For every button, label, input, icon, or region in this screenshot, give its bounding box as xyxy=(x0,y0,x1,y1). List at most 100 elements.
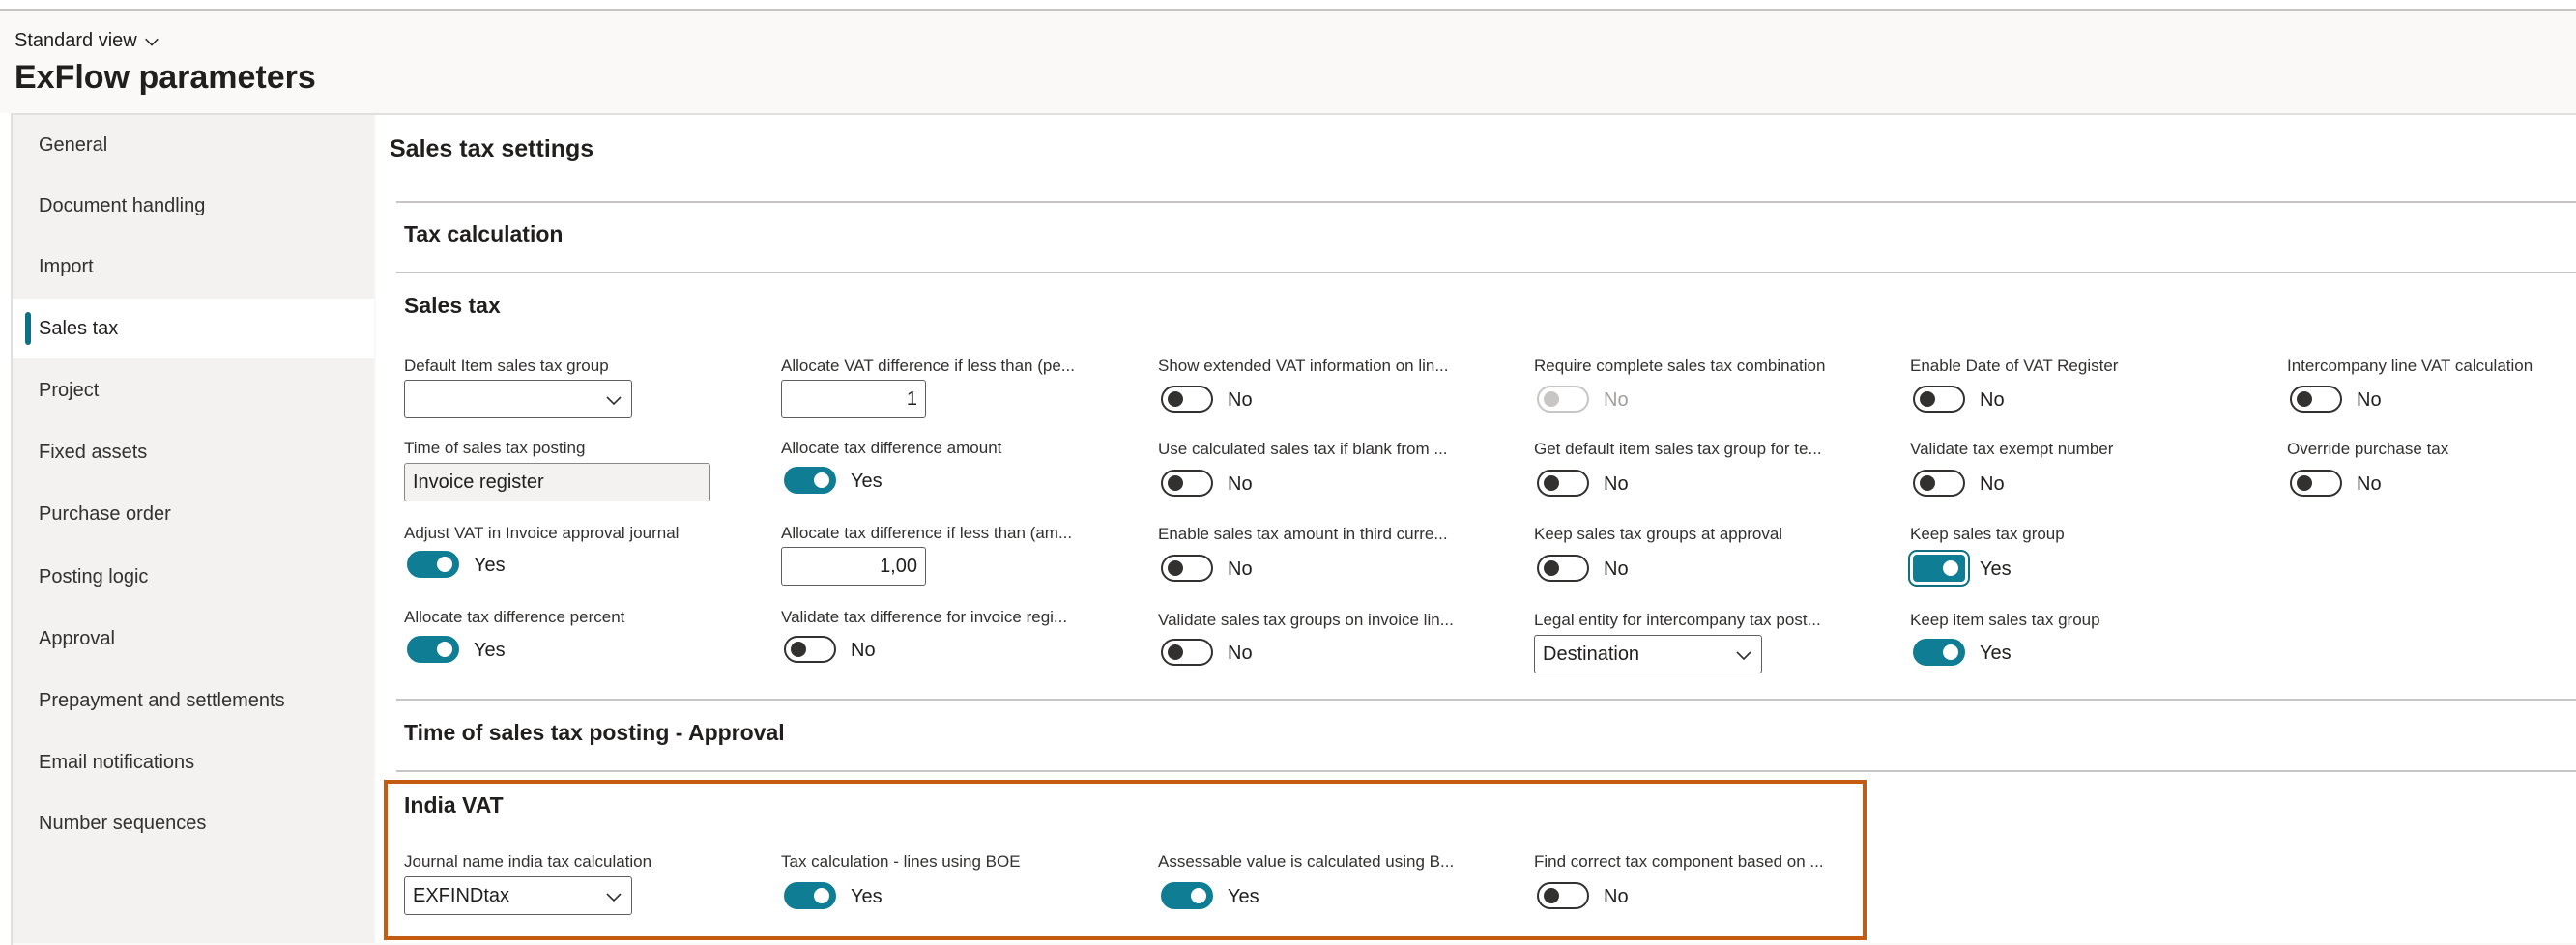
show-extended-vat-toggle[interactable] xyxy=(1161,386,1213,413)
toggle-knob xyxy=(1943,644,1958,660)
field-label: Journal name india tax calculation xyxy=(404,852,652,871)
toggle-knob xyxy=(1920,475,1935,491)
toggle-state: No xyxy=(2357,389,2382,411)
field-label: Assessable value is calculated using B..… xyxy=(1158,852,1455,871)
view-selector[interactable]: Standard view xyxy=(14,30,160,52)
nav-item-posting-logic[interactable]: Posting logic xyxy=(13,547,374,607)
toggle-knob xyxy=(1544,560,1559,576)
toggle-knob xyxy=(1920,391,1935,407)
toggle-state: Yes xyxy=(474,640,506,661)
enable-third-currency-toggle[interactable] xyxy=(1161,555,1213,582)
nav-item-approval[interactable]: Approval xyxy=(13,609,374,669)
field-label: Allocate tax difference percent xyxy=(404,608,625,626)
require-complete-combination-toggle xyxy=(1537,386,1589,413)
group-header-tax-calculation[interactable]: Tax calculation xyxy=(404,221,563,247)
get-default-item-group-toggle[interactable] xyxy=(1537,470,1589,497)
section-title: Sales tax settings xyxy=(390,135,594,162)
field-label: Legal entity for intercompany tax post..… xyxy=(1534,611,1821,629)
validate-sales-tax-groups-toggle[interactable] xyxy=(1161,639,1213,666)
field-label: Validate tax difference for invoice regi… xyxy=(781,608,1068,626)
toggle-knob xyxy=(437,557,452,572)
chevron-down-icon xyxy=(1736,651,1751,661)
allocate-tax-difference-percent-toggle[interactable] xyxy=(407,636,459,663)
field-label: Enable Date of VAT Register xyxy=(1910,357,2119,375)
nav-item-number-sequences[interactable]: Number sequences xyxy=(13,793,374,853)
nav-item-fixed-assets[interactable]: Fixed assets xyxy=(13,422,374,482)
field-label: Intercompany line VAT calculation xyxy=(2287,357,2533,375)
nav-item-prepayment-settlements[interactable]: Prepayment and settlements xyxy=(13,671,374,730)
divider xyxy=(396,201,2576,203)
toggle-knob xyxy=(1168,475,1183,491)
toggle-knob xyxy=(1544,888,1559,903)
toggle-state: No xyxy=(1228,643,1253,664)
divider xyxy=(396,699,2576,701)
page-header: Standard view ExFlow parameters xyxy=(0,11,2576,113)
allocate-tax-difference-amount-input[interactable]: 1,00 xyxy=(781,547,926,586)
chevron-down-icon xyxy=(144,38,159,46)
nav-item-sales-tax[interactable]: Sales tax xyxy=(13,299,374,358)
validate-tax-exempt-toggle[interactable] xyxy=(1913,470,1965,497)
nav-item-purchase-order[interactable]: Purchase order xyxy=(13,484,374,544)
toggle-knob xyxy=(1544,391,1559,407)
group-header-india-vat[interactable]: India VAT xyxy=(404,792,504,818)
validate-tax-difference-toggle[interactable] xyxy=(784,636,836,663)
toggle-knob xyxy=(2297,475,2312,491)
toggle-state: Yes xyxy=(851,886,883,907)
nav-item-general[interactable]: General xyxy=(13,115,374,175)
field-label: Keep sales tax groups at approval xyxy=(1534,525,1783,543)
toggle-state: Yes xyxy=(1980,558,2012,580)
override-purchase-tax-toggle[interactable] xyxy=(2290,470,2342,497)
select-value: Destination xyxy=(1543,643,1640,665)
field-label: Override purchase tax xyxy=(2287,440,2449,458)
toggle-knob xyxy=(1168,644,1183,660)
field-label: Keep item sales tax group xyxy=(1910,611,2100,629)
nav-item-document-handling[interactable]: Document handling xyxy=(13,176,374,236)
toggle-state: No xyxy=(851,640,876,661)
group-header-sales-tax[interactable]: Sales tax xyxy=(404,293,501,319)
field-label: Adjust VAT in Invoice approval journal xyxy=(404,524,680,542)
time-of-sales-tax-posting-field[interactable]: Invoice register xyxy=(404,463,710,501)
toggle-knob xyxy=(1168,391,1183,407)
toggle-state: No xyxy=(1228,389,1253,411)
toggle-knob xyxy=(437,642,452,657)
field-label: Use calculated sales tax if blank from .… xyxy=(1158,440,1448,458)
nav-item-email-notifications[interactable]: Email notifications xyxy=(13,732,374,792)
default-item-sales-tax-group-select[interactable] xyxy=(404,380,632,418)
toggle-state: No xyxy=(1604,389,1629,411)
legal-entity-intercompany-select[interactable]: Destination xyxy=(1534,635,1762,673)
tax-calculation-boe-toggle[interactable] xyxy=(784,882,836,909)
field-label: Allocate VAT difference if less than (pe… xyxy=(781,357,1075,375)
field-label: Get default item sales tax group for te.… xyxy=(1534,440,1822,458)
chevron-down-icon xyxy=(606,396,622,406)
toggle-knob xyxy=(814,888,829,903)
assessable-value-toggle[interactable] xyxy=(1161,882,1213,909)
field-label: Find correct tax component based on ... xyxy=(1534,852,1824,871)
use-calculated-sales-tax-toggle[interactable] xyxy=(1161,470,1213,497)
field-label: Allocate tax difference amount xyxy=(781,439,1002,457)
field-label: Default Item sales tax group xyxy=(404,357,609,375)
toggle-state: Yes xyxy=(851,471,883,492)
find-tax-component-toggle[interactable] xyxy=(1537,882,1589,909)
main-content xyxy=(376,115,2576,943)
nav-item-project[interactable]: Project xyxy=(13,360,374,420)
left-nav: General Document handling Import Sales t… xyxy=(13,115,374,943)
field-label: Validate tax exempt number xyxy=(1910,440,2114,458)
keep-groups-at-approval-toggle[interactable] xyxy=(1537,555,1589,582)
adjust-vat-toggle[interactable] xyxy=(407,551,459,578)
journal-name-india-select[interactable]: EXFINDtax xyxy=(404,876,632,915)
field-label: Tax calculation - lines using BOE xyxy=(781,852,1021,871)
toggle-state: No xyxy=(1604,886,1629,907)
nav-item-import[interactable]: Import xyxy=(13,237,374,297)
intercompany-line-vat-toggle[interactable] xyxy=(2290,386,2342,413)
toggle-state: No xyxy=(1604,558,1629,580)
allocate-tax-difference-amount-toggle[interactable] xyxy=(784,467,836,494)
toggle-knob xyxy=(2297,391,2312,407)
allocate-vat-difference-input[interactable]: 1 xyxy=(781,380,926,418)
toggle-state: No xyxy=(1980,389,2005,411)
group-header-time-approval[interactable]: Time of sales tax posting - Approval xyxy=(404,720,785,746)
field-label: Time of sales tax posting xyxy=(404,439,586,457)
keep-item-sales-tax-group-toggle[interactable] xyxy=(1913,639,1965,666)
keep-sales-tax-group-toggle[interactable] xyxy=(1908,550,1970,587)
enable-date-vat-register-toggle[interactable] xyxy=(1913,386,1965,413)
toggle-state: No xyxy=(1228,558,1253,580)
